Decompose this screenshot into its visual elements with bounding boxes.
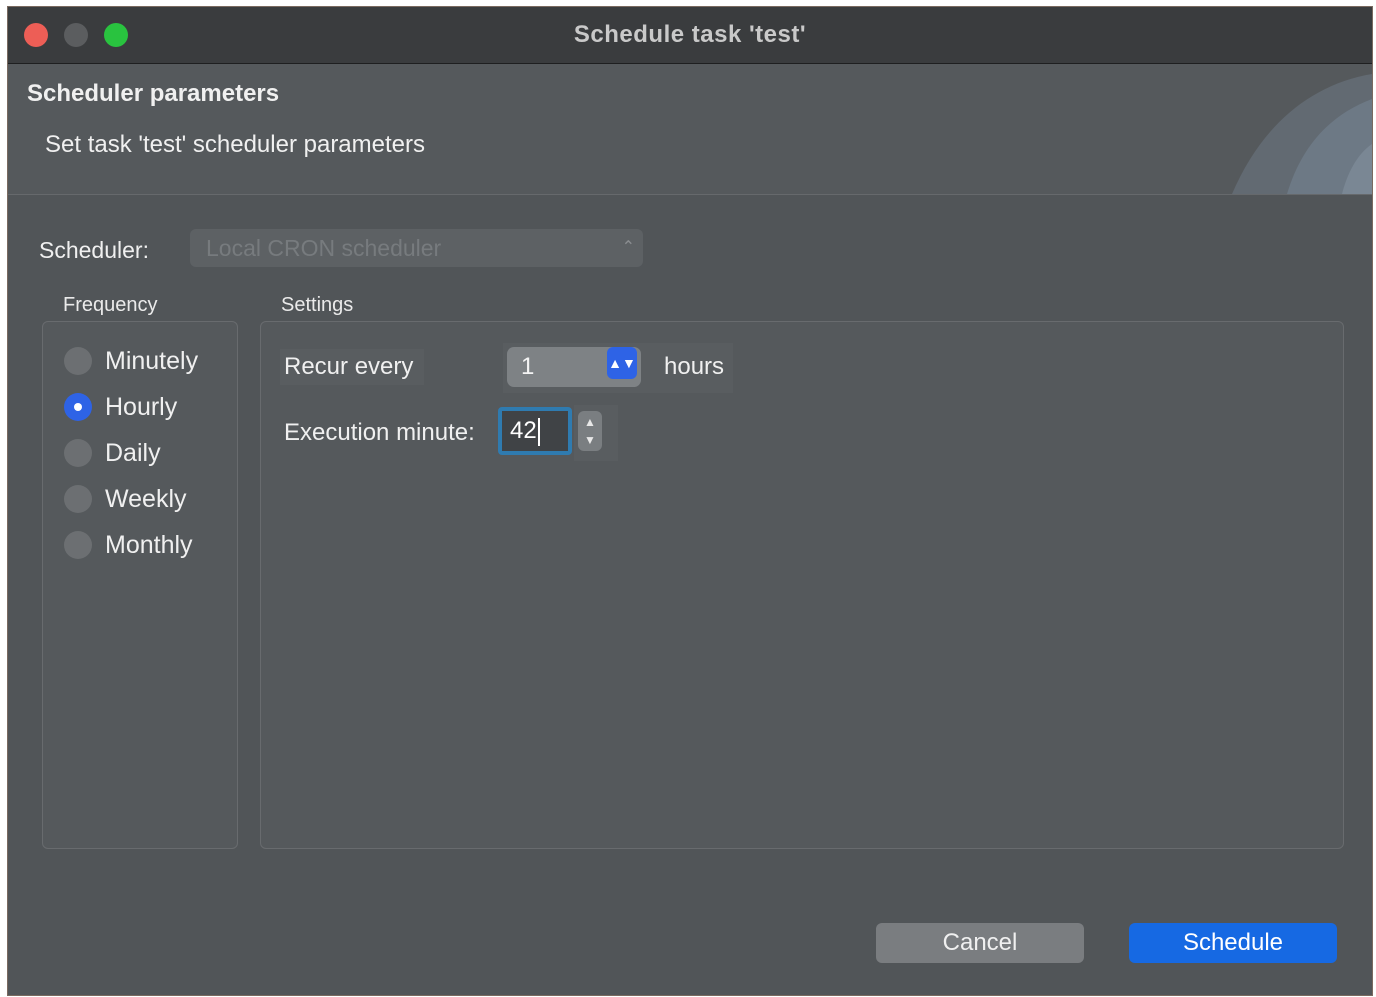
radio-minutely[interactable]: Minutely	[64, 344, 198, 378]
recur-every-value: 1	[521, 353, 535, 380]
banner-heading: Scheduler parameters	[27, 80, 280, 107]
execution-minute-stepper-area: ▲ ▼	[574, 405, 618, 461]
settings-group-label: Settings	[281, 294, 354, 316]
radio-label: Hourly	[105, 392, 178, 421]
cancel-button[interactable]: Cancel	[876, 923, 1084, 963]
up-down-chevron-icon: ⌃	[621, 239, 635, 256]
radio-button[interactable]	[64, 531, 92, 559]
radio-daily[interactable]: Daily	[64, 436, 161, 470]
title-bar[interactable]: Schedule task 'test'	[8, 7, 1372, 64]
execution-minute-input[interactable]: 42	[498, 407, 572, 455]
radio-weekly[interactable]: Weekly	[64, 482, 187, 516]
scheduler-label: Scheduler:	[39, 237, 149, 263]
schedule-task-dialog: Schedule task 'test' Scheduler parameter…	[7, 6, 1373, 996]
radio-label: Monthly	[105, 530, 193, 559]
radio-button[interactable]	[64, 439, 92, 467]
header-banner: Scheduler parameters Set task 'test' sch…	[8, 64, 1372, 195]
banner-decoration-graphic	[1232, 74, 1372, 194]
radio-label: Weekly	[105, 484, 187, 513]
radio-label: Daily	[105, 438, 161, 467]
stepper-arrows-icon[interactable]: ▲▼	[607, 347, 637, 379]
radio-hourly[interactable]: Hourly	[64, 390, 177, 424]
radio-monthly[interactable]: Monthly	[64, 528, 193, 562]
scheduler-select[interactable]: Local CRON scheduler ⌃	[190, 229, 643, 267]
frequency-group-label: Frequency	[63, 294, 158, 316]
radio-label: Minutely	[105, 346, 199, 375]
stepper-arrows-icon[interactable]: ▲▼	[578, 411, 602, 451]
execution-minute-label: Execution minute:	[284, 419, 475, 446]
recur-every-label: Recur every	[280, 349, 424, 385]
radio-button[interactable]	[64, 485, 92, 513]
scheduler-select-value: Local CRON scheduler	[206, 235, 442, 261]
schedule-button[interactable]: Schedule	[1129, 923, 1337, 963]
recur-unit-label: hours	[664, 353, 725, 380]
execution-minute-value: 42	[510, 417, 537, 444]
radio-button[interactable]	[64, 347, 92, 375]
settings-group	[260, 321, 1344, 849]
text-caret	[537, 417, 540, 446]
radio-button-selected[interactable]	[64, 393, 92, 421]
window-title: Schedule task 'test'	[573, 21, 807, 48]
banner-description: Set task 'test' scheduler parameters	[45, 131, 426, 158]
